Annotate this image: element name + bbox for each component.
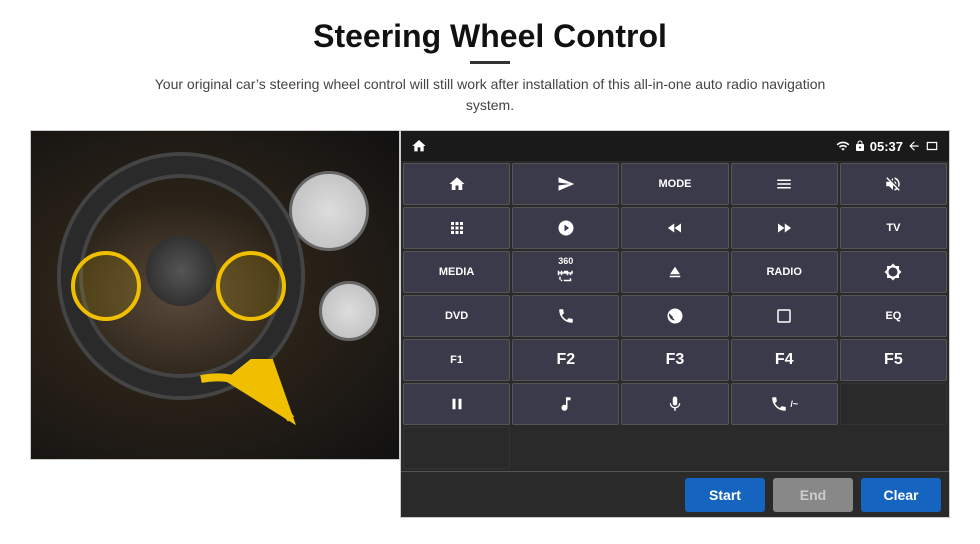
arrow	[191, 359, 311, 439]
btn-mode[interactable]: MODE	[621, 163, 728, 205]
home-icon	[411, 138, 427, 154]
btn-brightness[interactable]	[840, 251, 947, 293]
btn-empty-1	[840, 383, 947, 425]
btn-tv[interactable]: TV	[840, 207, 947, 249]
content-area: 05:37	[30, 130, 950, 518]
btn-dvd[interactable]: DVD	[403, 295, 510, 337]
btn-radio[interactable]: RADIO	[731, 251, 838, 293]
control-panel: 05:37	[400, 130, 950, 518]
btn-f1[interactable]: F1	[403, 339, 510, 381]
btn-f4[interactable]: F4	[731, 339, 838, 381]
btn-apps[interactable]	[403, 207, 510, 249]
btn-phone[interactable]	[512, 295, 619, 337]
btn-send[interactable]	[512, 163, 619, 205]
steering-wheel-image	[30, 130, 400, 460]
lock-icon	[854, 140, 866, 152]
btn-rewind[interactable]	[621, 207, 728, 249]
button-grid: MODE	[401, 161, 949, 471]
title-divider	[470, 61, 510, 64]
btn-mute[interactable]	[840, 163, 947, 205]
clear-button[interactable]: Clear	[861, 478, 941, 512]
status-bar: 05:37	[401, 131, 949, 161]
status-right: 05:37	[836, 139, 939, 154]
page-subtitle: Your original car’s steering wheel contr…	[140, 74, 840, 116]
btn-f3[interactable]: F3	[621, 339, 728, 381]
steering-wheel-hub	[146, 236, 216, 306]
btn-music[interactable]	[512, 383, 619, 425]
btn-list[interactable]	[731, 163, 838, 205]
btn-mic[interactable]	[621, 383, 728, 425]
btn-home[interactable]	[403, 163, 510, 205]
status-time: 05:37	[870, 139, 903, 154]
back-icon	[907, 139, 921, 153]
btn-media[interactable]: MEDIA	[403, 251, 510, 293]
btn-fast-forward[interactable]	[731, 207, 838, 249]
btn-360[interactable]: 360	[512, 251, 619, 293]
btn-eject[interactable]	[621, 251, 728, 293]
btn-eq[interactable]: EQ	[840, 295, 947, 337]
btn-rectangle[interactable]	[731, 295, 838, 337]
start-button[interactable]: Start	[685, 478, 765, 512]
btn-phone-volume[interactable]: /~	[731, 383, 838, 425]
window-icon	[925, 139, 939, 153]
end-button[interactable]: End	[773, 478, 853, 512]
status-left	[411, 138, 427, 154]
btn-play-pause[interactable]	[403, 383, 510, 425]
btn-settings-circle[interactable]	[512, 207, 619, 249]
action-bar: Start End Clear	[401, 471, 949, 517]
btn-swirl[interactable]	[621, 295, 728, 337]
page-container: Steering Wheel Control Your original car…	[0, 0, 980, 544]
btn-empty-2	[403, 427, 510, 469]
btn-f5[interactable]: F5	[840, 339, 947, 381]
page-title: Steering Wheel Control	[313, 18, 667, 55]
wifi-icon	[836, 139, 850, 153]
gauge-left	[289, 171, 369, 251]
highlight-right	[216, 251, 286, 321]
highlight-left	[71, 251, 141, 321]
btn-f2[interactable]: F2	[512, 339, 619, 381]
gauge-right	[319, 281, 379, 341]
